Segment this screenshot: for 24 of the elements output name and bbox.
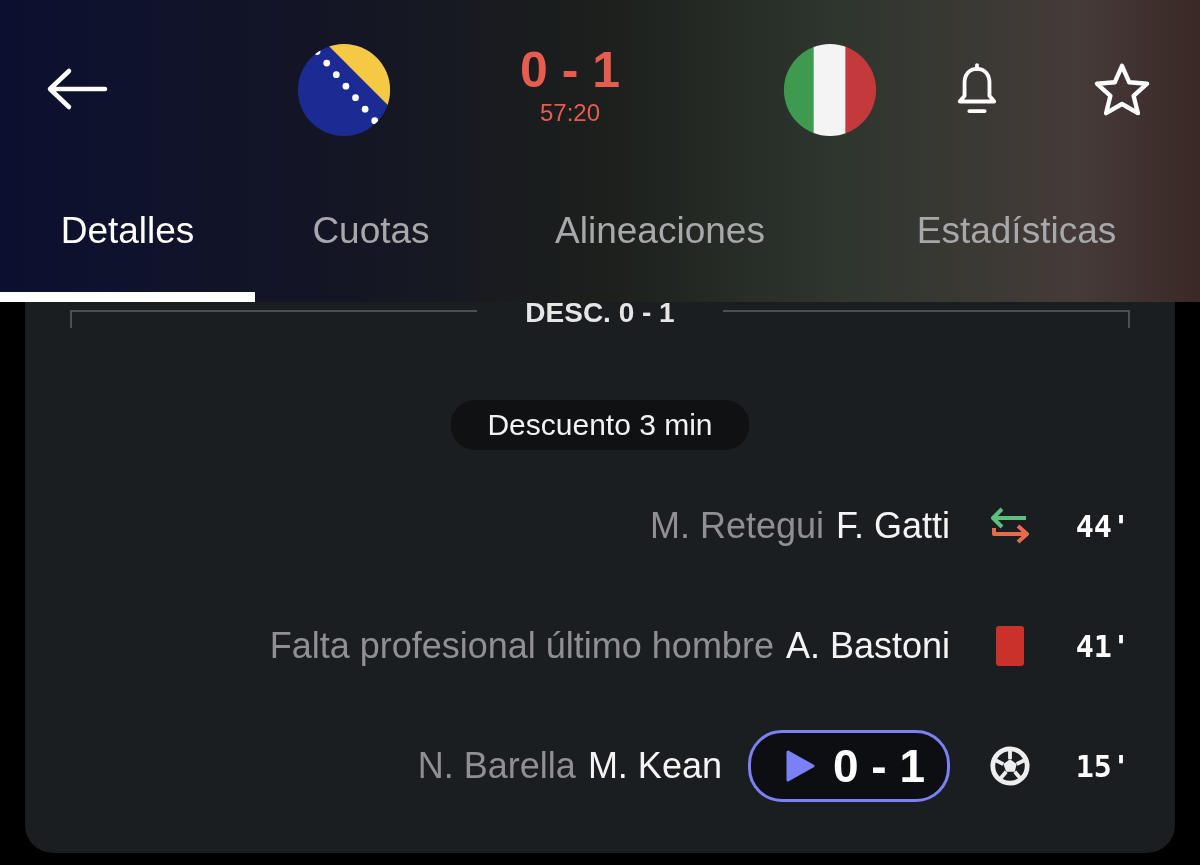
back-icon[interactable] [45, 67, 109, 111]
event-detail: M. Retegui [649, 505, 824, 547]
card-icon [996, 626, 1024, 666]
play-icon [784, 749, 815, 783]
match-clock: 57:20 [539, 99, 601, 127]
flag-icon [782, 42, 878, 138]
goal-replay-button[interactable]: 0 - 1 [747, 730, 950, 802]
match-score: 0 - 1 [519, 45, 621, 95]
ball-icon [989, 745, 1031, 787]
event-minute: 41' [1074, 628, 1130, 664]
player-name: M. Kean [587, 745, 722, 787]
star-icon[interactable] [1093, 62, 1151, 118]
event-detail: Falta profesional último hombre [269, 625, 774, 667]
player-name: A. Bastoni [785, 625, 950, 667]
event-minute: 44' [1074, 508, 1130, 544]
tab[interactable]: Estadísticas [833, 180, 1200, 302]
tab[interactable]: Alineaciones [487, 180, 833, 302]
event-minute: 15' [1074, 748, 1130, 784]
player-name: F. Gatti [835, 505, 950, 547]
section-title: DESC. 0 - 1 [524, 302, 676, 324]
event-detail: N. Barella [417, 745, 576, 787]
added-time-label: Descuento 3 min [451, 400, 749, 450]
goal-score: 0 - 1 [832, 739, 925, 793]
tab[interactable]: Cuotas [255, 180, 487, 302]
